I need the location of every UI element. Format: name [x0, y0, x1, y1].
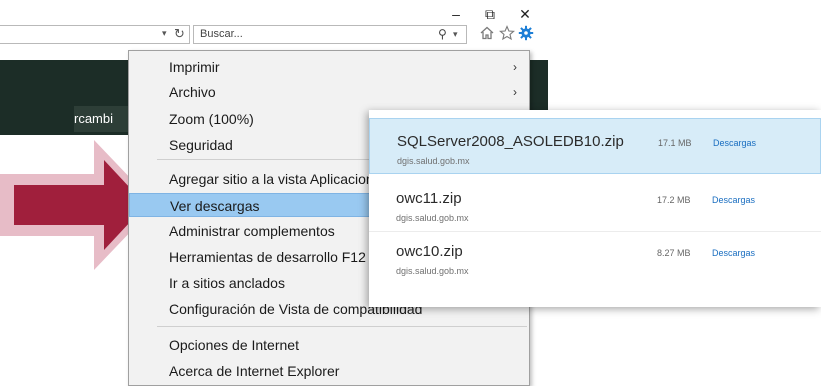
- submenu-arrow-icon: ›: [513, 85, 517, 99]
- download-site: dgis.salud.gob.mx: [396, 266, 469, 276]
- menu-item-label: Zoom (100%): [169, 111, 254, 127]
- download-size: 17.2 MB: [657, 195, 691, 205]
- menu-item-opciones-internet[interactable]: Opciones de Internet: [129, 333, 529, 357]
- menu-item-label: Ver descargas: [170, 198, 260, 214]
- favorites-star-icon[interactable]: [499, 25, 515, 41]
- page-partial-text: rcambi: [74, 111, 114, 126]
- menu-separator: [157, 326, 527, 327]
- home-icon[interactable]: [479, 25, 495, 41]
- download-location-link[interactable]: Descargas: [712, 195, 755, 205]
- search-input[interactable]: Buscar... ⚲ ▾: [193, 25, 467, 44]
- download-filename[interactable]: owc11.zip: [396, 190, 462, 207]
- menu-item-label: Herramientas de desarrollo F12: [169, 249, 366, 265]
- download-item[interactable]: owc11.zip dgis.salud.gob.mx 17.2 MB Desc…: [369, 176, 821, 232]
- menu-item-label: Opciones de Internet: [169, 337, 299, 353]
- search-placeholder: Buscar...: [200, 28, 243, 40]
- download-size: 8.27 MB: [657, 248, 691, 258]
- download-site: dgis.salud.gob.mx: [397, 156, 470, 166]
- download-filename[interactable]: owc10.zip: [396, 243, 463, 260]
- menu-item-imprimir[interactable]: Imprimir ›: [129, 55, 529, 79]
- download-location-link[interactable]: Descargas: [712, 248, 755, 258]
- tools-gear-icon[interactable]: [518, 25, 534, 41]
- menu-item-archivo[interactable]: Archivo ›: [129, 80, 529, 104]
- download-item[interactable]: owc10.zip dgis.salud.gob.mx 8.27 MB Desc…: [369, 229, 821, 285]
- menu-item-label: Imprimir: [169, 59, 220, 75]
- download-location-link[interactable]: Descargas: [713, 138, 756, 148]
- download-item[interactable]: SQLServer2008_ASOLEDB10.zip dgis.salud.g…: [369, 118, 821, 174]
- search-dropdown-icon[interactable]: ▾: [453, 29, 458, 40]
- close-button[interactable]: ✕: [517, 6, 533, 23]
- minimize-button[interactable]: –: [448, 6, 464, 22]
- menu-item-label: Acerca de Internet Explorer: [169, 363, 340, 379]
- refresh-icon[interactable]: ↻: [174, 26, 185, 42]
- browser-toolbar: – ⧉ ✕ ▾ ↻ Buscar... ⚲ ▾: [0, 0, 560, 50]
- restore-button[interactable]: ⧉: [482, 6, 498, 23]
- menu-item-label: Ir a sitios anclados: [169, 275, 285, 291]
- download-filename[interactable]: SQLServer2008_ASOLEDB10.zip: [397, 133, 624, 150]
- menu-item-label: Archivo: [169, 84, 216, 100]
- downloads-panel: SQLServer2008_ASOLEDB10.zip dgis.salud.g…: [369, 110, 821, 307]
- download-site: dgis.salud.gob.mx: [396, 213, 469, 223]
- menu-item-label: Administrar complementos: [169, 223, 335, 239]
- download-size: 17.1 MB: [658, 138, 692, 148]
- menu-item-acerca-de[interactable]: Acerca de Internet Explorer: [129, 359, 529, 383]
- address-dropdown-icon[interactable]: ▾: [162, 28, 167, 39]
- search-icon[interactable]: ⚲: [438, 27, 447, 41]
- menu-item-label: Agregar sitio a la vista Aplicaciones: [169, 171, 389, 187]
- menu-item-label: Seguridad: [169, 137, 233, 153]
- submenu-arrow-icon: ›: [513, 60, 517, 74]
